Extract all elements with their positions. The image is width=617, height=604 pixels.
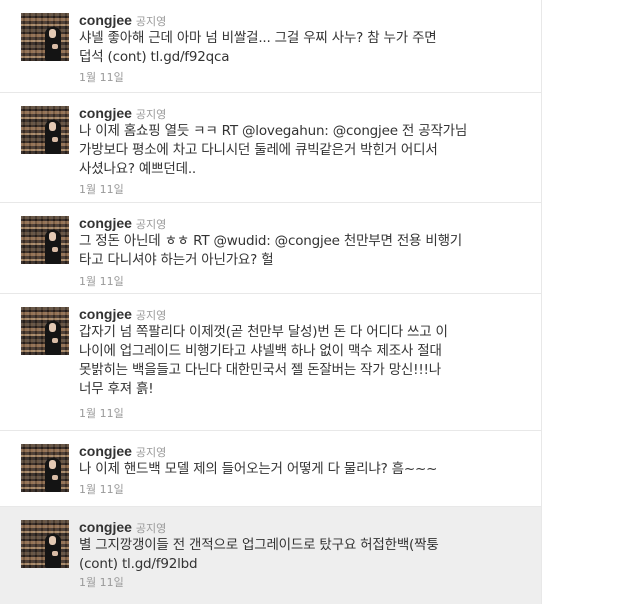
timestamp-link[interactable]: 1월 11일: [79, 574, 124, 590]
tweet-item[interactable]: congjee 공지영 별 그지깡갱이들 전 갠적으로 업그레이드로 탔구요 허접…: [0, 507, 541, 604]
tweet-text: 별 그지깡갱이들 전 갠적으로 업그레이드로 탔구요 허접한백(짝퉁 (cont…: [79, 536, 524, 574]
tweet-text-line[interactable]: (cont) tl.gd/f92lbd: [79, 555, 524, 574]
screen-name-link[interactable]: congjee: [79, 12, 132, 28]
full-name: 공지영: [135, 15, 167, 28]
tweet-text-line: 나 이제 핸드백 모델 제의 들어오는거 어떻게 다 물리냐? 흠~~~: [79, 461, 438, 477]
screen-name-link[interactable]: congjee: [79, 215, 132, 231]
avatar[interactable]: [21, 13, 69, 61]
tweet-text-line: 별 그지깡갱이들 전 갠적으로 업그레이드로 탔구요 허접한백(짝퉁: [79, 537, 439, 553]
tweet-text-line: 사셨나요? 예쁘던데..: [79, 161, 196, 177]
full-name: 공지영: [135, 446, 167, 459]
timeline: congjee 공지영 샤넬 좋아해 근데 아마 넘 비쌀걸... 그걸 우찌 사…: [0, 0, 542, 604]
tweet-text-line: 못밝히는 백을들고 다닌다 대한민국서 젤 돈잘버는 작가 망신!!!나: [79, 362, 441, 378]
timestamp-link[interactable]: 1월 11일: [79, 181, 124, 197]
tweet-text: 샤넬 좋아해 근데 아마 넘 비쌀걸... 그걸 우찌 사누? 참 누가 주면 …: [79, 29, 524, 67]
tweet-text: 나 이제 홈쇼핑 열듯 ㅋㅋ RT @lovegahun: @congjee 전…: [79, 122, 524, 179]
screen-name-link[interactable]: congjee: [79, 306, 132, 322]
avatar[interactable]: [21, 216, 69, 264]
timestamp-link[interactable]: 1월 11일: [79, 69, 124, 85]
tweet-text-line: 나 이제 홈쇼핑 열듯 ㅋㅋ RT @lovegahun: @congjee 전…: [79, 123, 468, 139]
screen-name-link[interactable]: congjee: [79, 105, 132, 121]
tweet-text-line: 갑자기 넘 쪽팔리다 이제껏(곧 천만부 달성)번 돈 다 어디다 쓰고 이: [79, 324, 448, 340]
tweet-text: 나 이제 핸드백 모델 제의 들어오는거 어떻게 다 물리냐? 흠~~~: [79, 460, 524, 479]
tweet-text-line: 타고 다니셔야 하는거 아닌가요? 헐: [79, 252, 274, 268]
tweet-text-line: 샤넬 좋아해 근데 아마 넘 비쌀걸... 그걸 우찌 사누? 참 누가 주면: [79, 30, 437, 46]
tweet-text: 그 정돈 아닌데 ㅎㅎ RT @wudid: @congjee 천만부면 전용 …: [79, 232, 524, 270]
tweet-item[interactable]: congjee 공지영 나 이제 홈쇼핑 열듯 ㅋㅋ RT @lovegahun:…: [0, 93, 541, 203]
full-name: 공지영: [135, 108, 167, 121]
tweet-text-line: 너무 후져 흙!: [79, 381, 154, 397]
tweet-text: 갑자기 넘 쪽팔리다 이제껏(곧 천만부 달성)번 돈 다 어디다 쓰고 이 나…: [79, 323, 524, 399]
timestamp-link[interactable]: 1월 11일: [79, 273, 124, 289]
avatar[interactable]: [21, 520, 69, 568]
full-name: 공지영: [135, 218, 167, 231]
tweet-text-line: 가방보다 평소에 차고 다니시던 둘레에 큐빅같은거 박힌거 어디서: [79, 142, 438, 158]
screen-name-link[interactable]: congjee: [79, 443, 132, 459]
timestamp-link[interactable]: 1월 11일: [79, 481, 124, 497]
tweet-item[interactable]: congjee 공지영 갑자기 넘 쪽팔리다 이제껏(곧 천만부 달성)번 돈 다…: [0, 294, 541, 431]
full-name: 공지영: [135, 309, 167, 322]
tweet-item[interactable]: congjee 공지영 그 정돈 아닌데 ㅎㅎ RT @wudid: @congj…: [0, 203, 541, 294]
screen-name-link[interactable]: congjee: [79, 519, 132, 535]
full-name: 공지영: [135, 522, 167, 535]
tweet-item[interactable]: congjee 공지영 나 이제 핸드백 모델 제의 들어오는거 어떻게 다 물리…: [0, 431, 541, 507]
tweet-text-line[interactable]: 덥석 (cont) tl.gd/f92qca: [79, 48, 524, 67]
avatar[interactable]: [21, 444, 69, 492]
tweet-item[interactable]: congjee 공지영 샤넬 좋아해 근데 아마 넘 비쌀걸... 그걸 우찌 사…: [0, 0, 541, 93]
tweet-text-line: 나이에 업그레이드 비행기타고 샤넬백 하나 없이 맥수 제조사 절대: [79, 343, 442, 359]
tweet-text-line: 그 정돈 아닌데 ㅎㅎ RT @wudid: @congjee 천만부면 전용 …: [79, 233, 463, 249]
avatar[interactable]: [21, 106, 69, 154]
timestamp-link[interactable]: 1월 11일: [79, 405, 124, 421]
avatar[interactable]: [21, 307, 69, 355]
